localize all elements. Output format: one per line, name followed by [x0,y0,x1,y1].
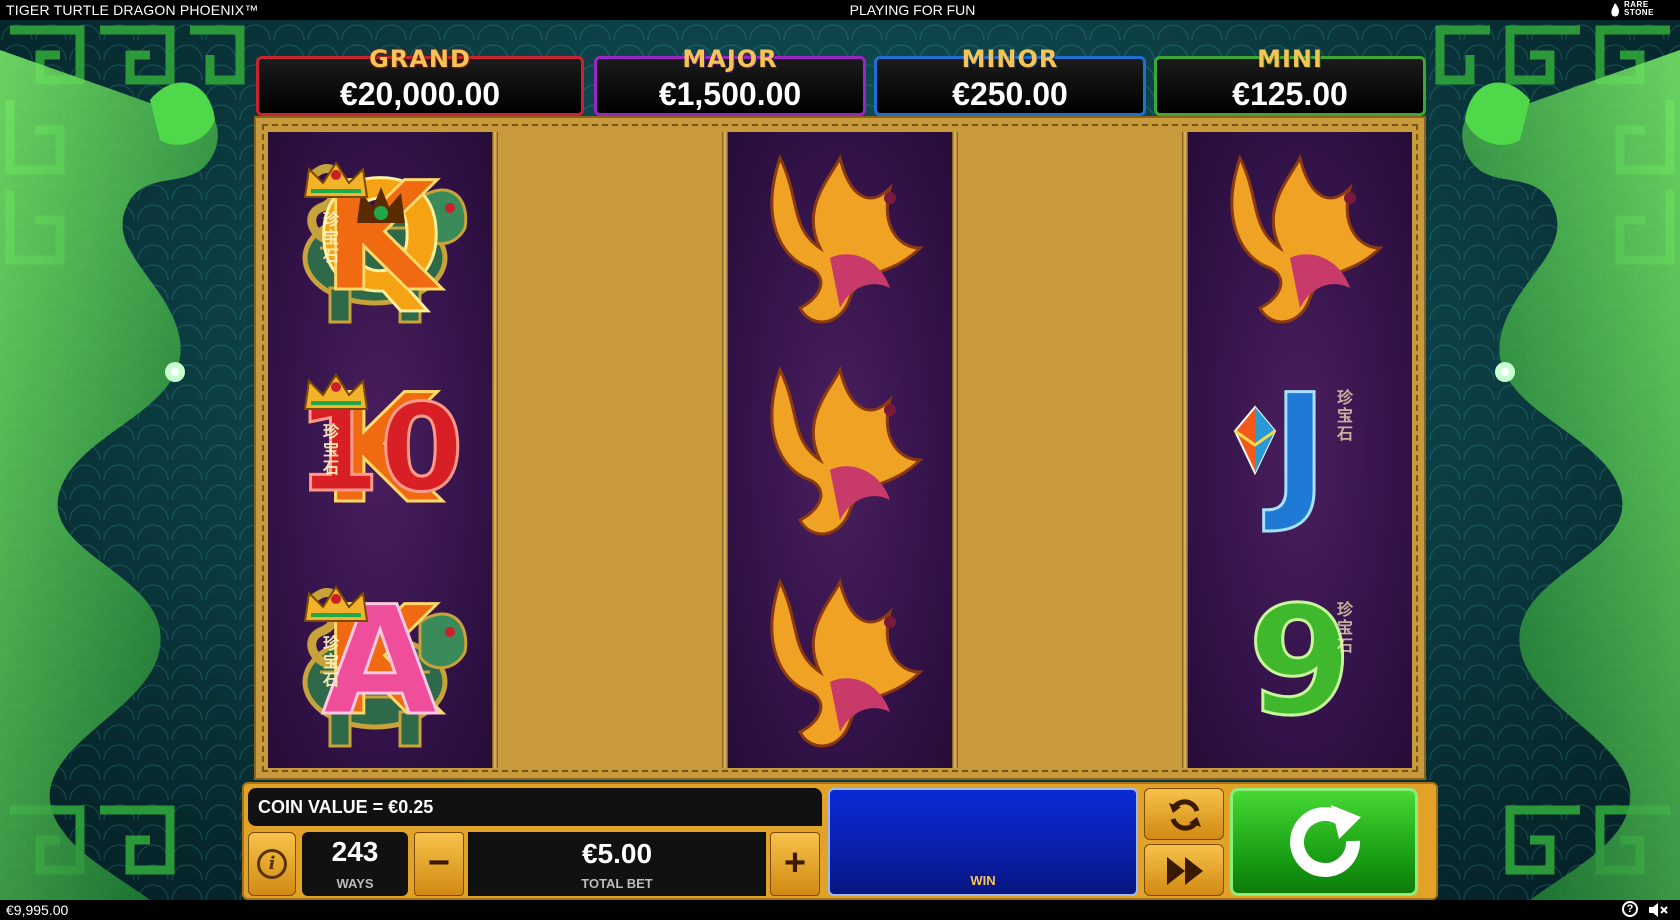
reel-2 [728,132,952,768]
jackpot-major-amount: €1,500.00 [658,76,802,112]
jackpot-grand: GRAND €20,000.00 [256,45,584,116]
fast-forward-icon [1167,857,1203,885]
reel-3-symbol-3: 9 珍宝石 [1188,556,1412,768]
info-icon: i [257,849,287,879]
total-bet-display: €5.00 TOTAL BET [468,832,766,896]
reel-frame: Q 珍宝石 K 珍宝石 K 珍宝石 J 珍宝石 9 珍宝石 K 珍宝石 K 珍宝… [254,116,1426,840]
total-bet-label: TOTAL BET [581,876,653,891]
phoenix-icon [770,577,924,748]
flame-icon [1611,3,1619,17]
spin-icon [1290,805,1361,877]
speaker-icon[interactable] [1648,902,1670,918]
reel-grid: Q 珍宝石 K 珍宝石 K 珍宝石 J 珍宝石 9 珍宝石 K 珍宝石 K 珍宝… [268,132,1412,768]
jackpot-grand-amount: €20,000.00 [339,76,501,112]
autoplay-button[interactable] [1144,788,1224,840]
reel-2-symbol-3 [728,556,952,768]
jackpot-major-label: MAJOR [682,45,778,73]
symbol-j: J 珍宝石 [1225,374,1375,527]
play-mode-label: PLAYING FOR FUN [849,2,976,18]
symbol-characters: 珍宝石 [1337,388,1354,443]
win-display: WIN [828,788,1138,896]
jackpot-mini: MINI €125.00 [1154,45,1426,116]
gem-icon [1233,405,1277,475]
symbol-characters: 珍宝石 [323,634,340,689]
balance-display: €9,995.00 [6,902,69,918]
phoenix-icon [770,153,924,324]
game-scene: GRAND €20,000.00 MAJOR €1,500.00 MINOR €… [0,20,1680,900]
brand-logo: RARE STONE [1610,1,1666,19]
control-panel: COIN VALUE = €0.25 i 243 WAYS − €5.00 TO… [242,782,1438,900]
bottom-bar: €9,995.00 ? [0,900,1680,920]
ways-label: WAYS [336,876,374,891]
phoenix-icon [770,365,924,536]
phoenix-icon [1230,153,1384,324]
crown-icon [303,585,369,622]
symbol-characters: 珍宝石 [1337,600,1354,655]
jackpot-mini-label: MINI [1257,45,1323,73]
jackpot-minor-amount: €250.00 [952,76,1068,112]
total-bet-value: €5.00 [581,838,653,869]
win-label: WIN [970,873,996,888]
right-dragon-icon [1462,50,1680,900]
left-dragon-icon [0,50,218,900]
spin-button[interactable] [1230,788,1418,896]
ways-value: 243 [331,836,379,867]
ways-display: 243 WAYS [302,832,408,896]
reel-3: J 珍宝石 9 珍宝石 [1188,132,1412,768]
crown-icon [303,373,369,410]
jackpot-major: MAJOR €1,500.00 [594,45,866,116]
coin-value-bar: COIN VALUE = €0.25 [248,788,822,826]
coin-value-text: COIN VALUE = €0.25 [258,797,434,817]
symbol-9: 9 珍宝石 [1225,586,1375,739]
jackpot-mini-amount: €125.00 [1232,76,1348,112]
autoplay-icon [1169,799,1201,831]
jackpot-grand-label: GRAND [369,45,471,73]
increase-bet-button[interactable]: + [770,832,820,896]
help-icon[interactable]: ? [1622,901,1638,917]
top-bar: TIGER TURTLE DRAGON PHOENIX™ PLAYING FOR… [0,0,1680,20]
symbol-characters: 珍宝石 [323,210,340,265]
reel-3-symbol-2: J 珍宝石 [1188,344,1412,556]
reel-3-symbol-1 [1188,132,1412,344]
reel-2-symbol-2 [728,344,952,556]
brand-name: RARE STONE [1624,0,1654,17]
jackpot-bar: GRAND €20,000.00 MAJOR €1,500.00 MINOR €… [256,45,1426,118]
symbol-characters: 珍宝石 [323,422,340,477]
turbo-button[interactable] [1144,844,1224,896]
reel-2-symbol-1 [728,132,952,344]
jackpot-minor-label: MINOR [961,45,1059,73]
jackpot-minor: MINOR €250.00 [874,45,1146,116]
info-button[interactable]: i [248,832,296,896]
decrease-bet-button[interactable]: − [414,832,464,896]
crown-icon [303,161,369,198]
